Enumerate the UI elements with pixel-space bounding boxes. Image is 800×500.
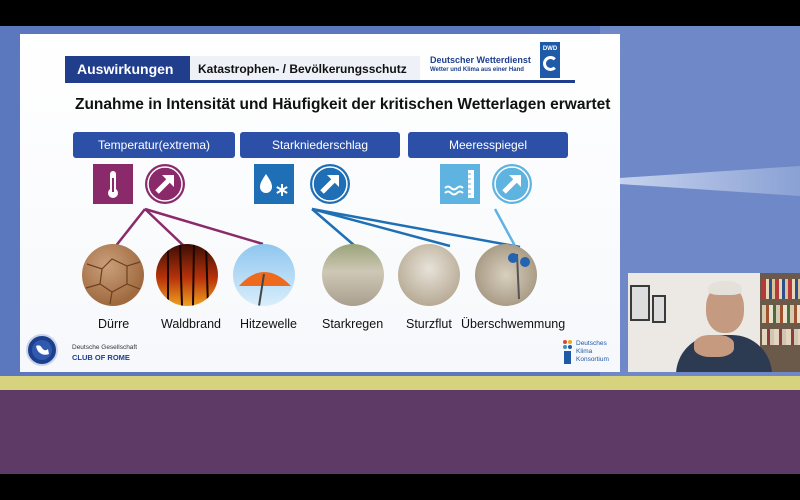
impact-label-hitzewelle: Hitzewelle: [240, 317, 297, 331]
dkk-line1: Deutsches: [576, 340, 607, 347]
presentation-slide: Auswirkungen Katastrophen- / Bevölkerung…: [20, 34, 620, 372]
picture-frame: [630, 285, 650, 321]
club-of-rome-subtitle: Deutsche Gesellschaft: [72, 344, 138, 351]
purple-band: [0, 390, 800, 474]
heavy-rain-photo: [322, 244, 384, 306]
connector-rain-ueberschwemmung: [311, 207, 521, 249]
speaker-video-tile[interactable]: [628, 273, 800, 372]
impact-label-duerre: Dürre: [98, 317, 130, 331]
speaker-hair: [708, 281, 742, 295]
bottom-black-bar: [0, 474, 800, 500]
picture-frame: [652, 295, 666, 323]
top-black-bar: [0, 0, 800, 26]
dkk-line2: Klima: [576, 348, 593, 355]
impact-label-ueberschwemmung: Überschwemmung: [461, 317, 566, 331]
wildfire-photo: [156, 244, 218, 306]
club-of-rome-name: CLUB OF ROME: [72, 353, 130, 362]
sea-level-icon: [440, 164, 480, 204]
rain-snow-icon: [254, 164, 294, 204]
thermometer-icon: [93, 164, 133, 204]
increase-arrow-icon: [310, 164, 350, 204]
books: [762, 329, 800, 345]
drought-photo: [82, 244, 144, 306]
dkk-line3: Konsortium: [576, 356, 609, 363]
speaker-hand: [694, 335, 734, 357]
increase-arrow-icon: [492, 164, 532, 204]
impact-label-sturzflut: Sturzflut: [406, 317, 452, 331]
club-of-rome-logo: [26, 334, 58, 366]
flood-photo: [475, 244, 537, 306]
dkk-name: Deutsches Klima Konsortium: [576, 340, 616, 364]
impact-label-waldbrand: Waldbrand: [161, 317, 221, 331]
flash-flood-photo: [398, 244, 460, 306]
impact-label-starkregen: Starkregen: [322, 317, 384, 331]
yellow-strip: [0, 376, 800, 390]
increase-arrow-icon: [145, 164, 185, 204]
dkk-logo: [562, 339, 574, 365]
connector-sea-ueberschwemmung: [493, 208, 517, 247]
books: [762, 279, 800, 299]
connector-temp-duerre: [114, 208, 146, 248]
heatwave-photo: [233, 244, 295, 306]
books: [762, 305, 800, 323]
